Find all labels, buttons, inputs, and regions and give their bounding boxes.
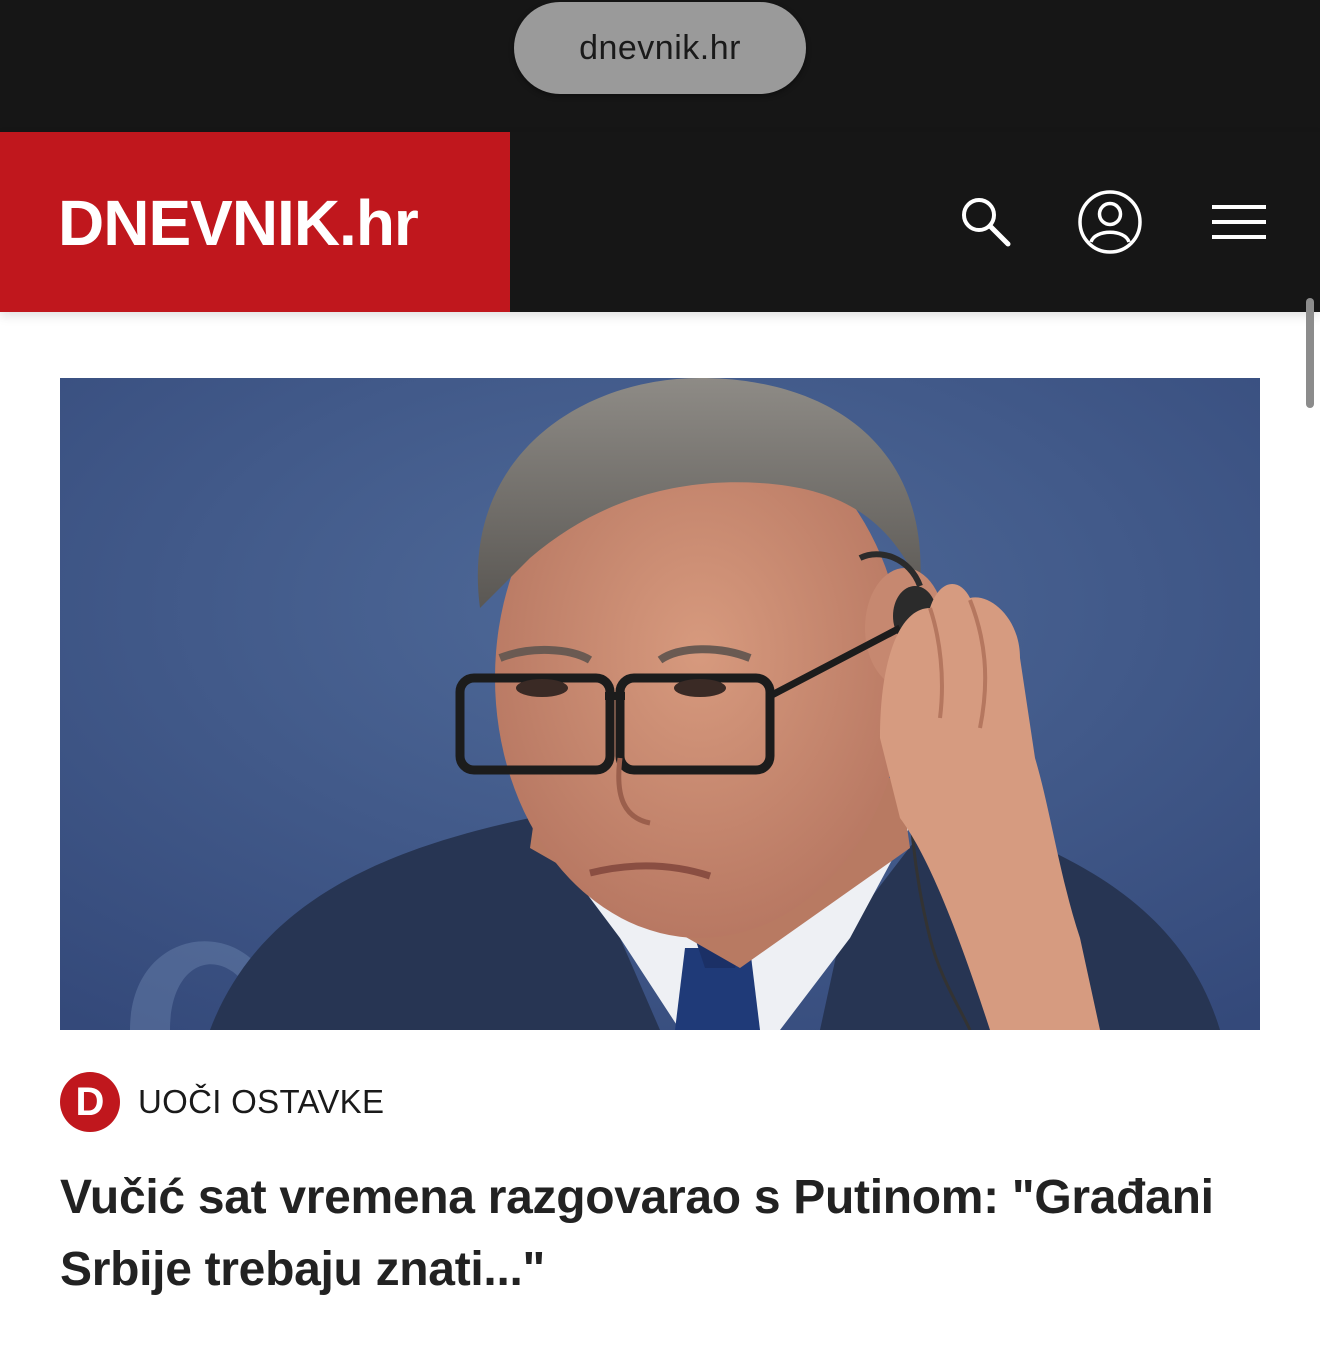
site-header: DNEVNIK.hr [0, 132, 1320, 312]
user-account-icon [1078, 190, 1142, 254]
hamburger-menu-icon [1212, 205, 1266, 239]
address-bar-url: dnevnik.hr [579, 28, 741, 67]
dnevnik-badge-icon: D [60, 1072, 120, 1132]
user-account-button[interactable] [1076, 132, 1144, 312]
article-tag: UOČI OSTAVKE [138, 1083, 385, 1120]
article-headline[interactable]: Vučić sat vremena razgovarao s Putinom: … [60, 1162, 1270, 1306]
address-bar[interactable]: dnevnik.hr [514, 2, 806, 94]
site-logo-text: DNEVNIK.hr [58, 187, 419, 259]
article-tag-row[interactable]: D UOČI OSTAVKE [60, 1072, 384, 1132]
badge-letter: D [75, 1079, 105, 1124]
search-button[interactable] [952, 132, 1018, 312]
browser-chrome: dnevnik.hr [0, 0, 1320, 132]
search-icon [962, 198, 1011, 247]
page-scrollbar[interactable] [1306, 298, 1314, 408]
menu-button[interactable] [1208, 132, 1270, 312]
article-hero-image[interactable] [60, 378, 1260, 1030]
article-photo [60, 378, 1260, 1030]
site-logo[interactable]: DNEVNIK.hr [0, 132, 510, 312]
